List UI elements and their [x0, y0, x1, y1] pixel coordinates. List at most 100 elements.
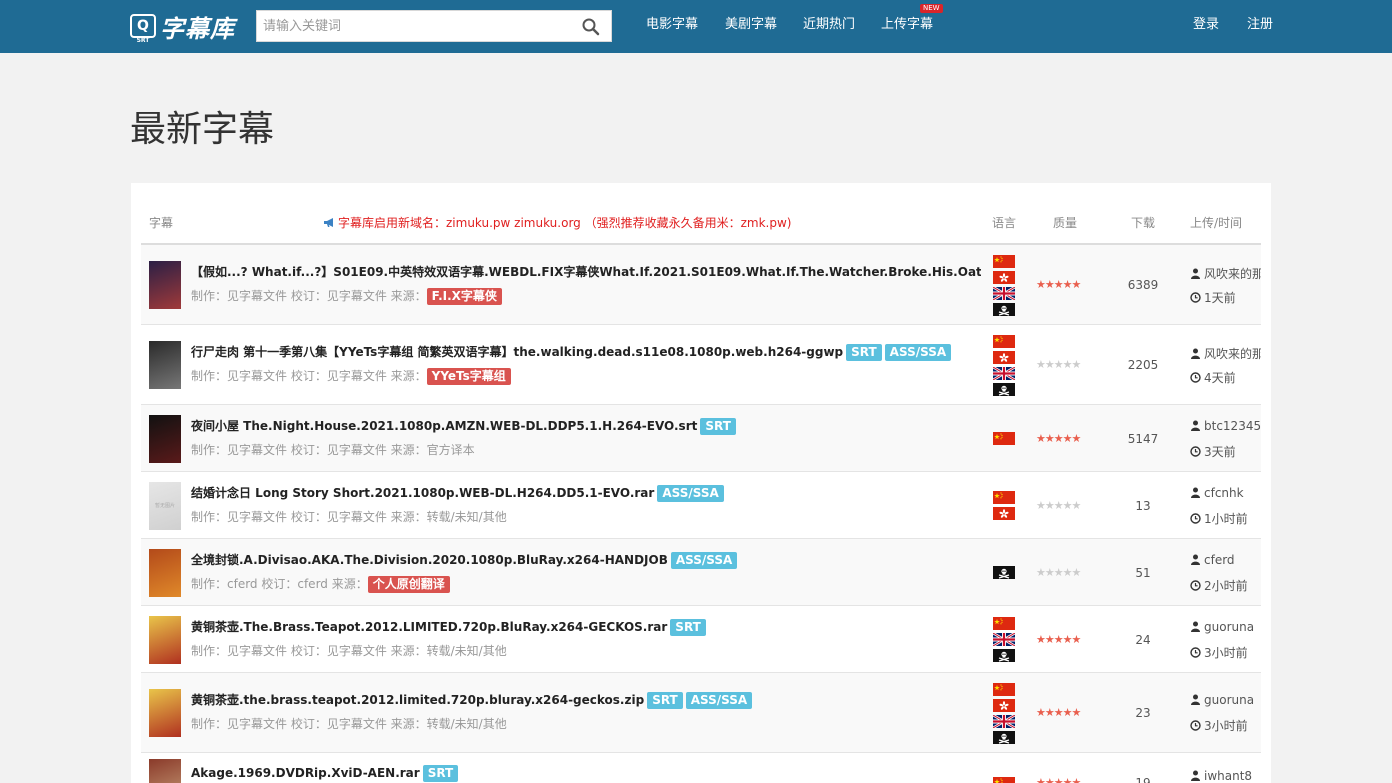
poster-thumbnail[interactable]	[149, 261, 181, 309]
subtitle-link[interactable]: 结婚计念日 Long Story Short.2021.1080p.WEB-DL…	[191, 486, 654, 500]
search-icon[interactable]	[581, 17, 601, 37]
download-count: 51	[1135, 565, 1151, 580]
hongkong-flag-icon	[993, 507, 1015, 520]
col-header-language: 语言	[992, 216, 1017, 230]
table-row[interactable]: 黄铜茶壶.the.brass.teapot.2012.limited.720p.…	[141, 673, 1261, 753]
user-icon	[1191, 770, 1200, 781]
quality-rating: ★★★★★	[1036, 431, 1081, 445]
source-badge: YYeTs字幕组	[426, 368, 511, 385]
uploader[interactable]: 风吹来的那	[1190, 265, 1261, 282]
format-badge: ASS/SSA	[685, 692, 753, 709]
subtitle-meta: 制作：见字幕文件 校订：见字幕文件 来源：转载/未知/其他	[191, 715, 507, 732]
format-badge: ASS/SSA	[670, 551, 738, 569]
subtitle-meta: 制作：cferd 校订：cferd 来源： 个人原创翻译	[191, 575, 450, 593]
table-row[interactable]: 全境封锁.A.Divisao.AKA.The.Division.2020.108…	[141, 539, 1261, 606]
clock-icon	[1190, 512, 1201, 524]
subtitle-meta: 制作：见字幕文件 校订：见字幕文件 来源：转载/未知/其他	[191, 642, 507, 659]
uploader-name[interactable]: cferd	[1204, 553, 1235, 567]
upload-time: 3小时前	[1190, 644, 1248, 661]
table-row[interactable]: Akage.1969.DVDRip.XviD-AEN.rar SRT ★★★★★ 19…	[141, 753, 1261, 783]
subtitle-link[interactable]: 黄铜茶壶.The.Brass.Teapot.2012.LIMITED.720p.…	[191, 620, 667, 634]
table-row[interactable]: 黄铜茶壶.The.Brass.Teapot.2012.LIMITED.720p.…	[141, 606, 1261, 673]
uploader[interactable]: cferd	[1190, 553, 1261, 567]
subtitle-link[interactable]: Akage.1969.DVDRip.XviD-AEN.rar	[191, 766, 420, 780]
format-badge: SRT	[670, 618, 706, 636]
uploader[interactable]: iwhant8	[1190, 769, 1261, 783]
clock-icon	[1190, 445, 1201, 457]
subtitle-link[interactable]: 行尸走肉 第十一季第八集【YYeTs字幕组 简繁英双语字幕】the.walkin…	[191, 345, 843, 359]
uploader-name[interactable]: 风吹来的那	[1204, 267, 1261, 281]
megaphone-icon	[324, 218, 333, 227]
download-count: 19	[1135, 776, 1151, 783]
china-flag-icon	[993, 334, 1015, 348]
subtitle-table: 字幕 字幕库启用新域名：zimuku.pw zimuku.org （强烈推荐收藏…	[131, 183, 1271, 783]
clock-icon	[1190, 579, 1201, 591]
col-header-upload-time: 上传/时间	[1190, 216, 1243, 230]
table-row[interactable]: 【假如...? What.if...?】S01E09.中英特效双语字幕.WEBD…	[141, 245, 1261, 325]
poster-thumbnail[interactable]	[149, 548, 181, 597]
source-badge: 个人原创翻译	[367, 575, 450, 593]
subtitle-title: 【假如...? What.if...?】S01E09.中英特效双语字幕.WEBD…	[191, 263, 981, 280]
poster-thumbnail[interactable]	[149, 689, 181, 737]
pirate-flag-icon	[993, 382, 1015, 396]
subtitle-link[interactable]: 【假如...? What.if...?】S01E09.中英特效双语字幕.WEBD…	[191, 265, 981, 279]
source-text: 转载/未知/其他	[426, 717, 507, 731]
poster-thumbnail[interactable]: 暂无图片	[149, 481, 181, 530]
login-link[interactable]: 登录	[1193, 0, 1219, 53]
subtitle-link[interactable]: 全境封锁.A.Divisao.AKA.The.Division.2020.108…	[191, 553, 668, 567]
subtitle-title: 全境封锁.A.Divisao.AKA.The.Division.2020.108…	[191, 551, 981, 569]
upload-time: 2小时前	[1190, 577, 1248, 594]
download-count: 13	[1135, 498, 1151, 513]
uploader[interactable]: guoruna	[1190, 620, 1261, 634]
download-count: 2205	[1127, 358, 1159, 372]
uploader-name[interactable]: 风吹来的那	[1204, 347, 1261, 361]
uploader[interactable]: guoruna	[1190, 693, 1261, 707]
nav-us-series-subtitles[interactable]: 美剧字幕	[725, 0, 777, 53]
upload-time-text: 1天前	[1204, 291, 1236, 305]
site-logo[interactable]: Q SRT 字幕库	[130, 12, 235, 44]
table-row[interactable]: 夜间小屋 The.Night.House.2021.1080p.AMZN.WEB…	[141, 405, 1261, 472]
uploader-name[interactable]: guoruna	[1204, 620, 1254, 634]
table-row[interactable]: 暂无图片 结婚计念日 Long Story Short.2021.1080p.WE…	[141, 472, 1261, 539]
nav-movie-subtitles[interactable]: 电影字幕	[646, 0, 698, 53]
language-flags	[993, 776, 1015, 783]
poster-thumbnail[interactable]	[149, 414, 181, 463]
china-flag-icon	[993, 617, 1015, 630]
poster-thumbnail[interactable]	[149, 759, 181, 783]
uploader-name[interactable]: cfcnhk	[1204, 486, 1244, 500]
table-row[interactable]: 行尸走肉 第十一季第八集【YYeTs字幕组 简繁英双语字幕】the.walkin…	[141, 325, 1261, 405]
language-flags	[993, 491, 1015, 523]
uploader[interactable]: cfcnhk	[1190, 486, 1261, 500]
register-link[interactable]: 注册	[1247, 0, 1273, 53]
uploader-name[interactable]: btc123456	[1204, 419, 1261, 433]
search-input[interactable]	[257, 11, 567, 41]
user-icon	[1191, 621, 1200, 632]
user-icon	[1191, 694, 1200, 705]
subtitle-link[interactable]: 夜间小屋 The.Night.House.2021.1080p.AMZN.WEB…	[191, 419, 697, 433]
col-header-quality: 质量	[1053, 216, 1078, 230]
search-box	[256, 10, 612, 42]
poster-thumbnail[interactable]	[149, 615, 181, 664]
quality-rating: ★★★★★	[1036, 776, 1081, 783]
subtitle-link[interactable]: 黄铜茶壶.the.brass.teapot.2012.limited.720p.…	[191, 693, 644, 707]
domain-notice[interactable]: 字幕库启用新域名：zimuku.pw zimuku.org （强烈推荐收藏永久备…	[323, 214, 791, 231]
uploader-name[interactable]: iwhant8	[1204, 769, 1252, 783]
download-count: 23	[1135, 706, 1151, 720]
poster-thumbnail[interactable]	[149, 341, 181, 389]
uploader-name[interactable]: guoruna	[1204, 693, 1254, 707]
language-flags	[993, 617, 1015, 665]
meta-credits: 制作：见字幕文件 校订：见字幕文件 来源：	[191, 643, 427, 658]
hongkong-flag-icon	[993, 270, 1015, 284]
nav-recent-hot[interactable]: 近期热门	[803, 0, 855, 53]
language-flags	[993, 682, 1015, 747]
language-flags	[993, 566, 1015, 582]
quality-rating: ★★★★★	[1036, 565, 1081, 579]
upload-time: 3小时前	[1190, 717, 1248, 734]
quality-rating: ★★★★★	[1036, 278, 1081, 291]
uploader[interactable]: 风吹来的那	[1190, 345, 1261, 362]
uploader[interactable]: btc123456	[1190, 419, 1261, 433]
china-flag-icon	[993, 682, 1015, 696]
col-header-subtitle: 字幕	[149, 216, 174, 230]
upload-time-text: 2小时前	[1204, 578, 1248, 593]
pirate-flag-icon	[993, 730, 1015, 744]
